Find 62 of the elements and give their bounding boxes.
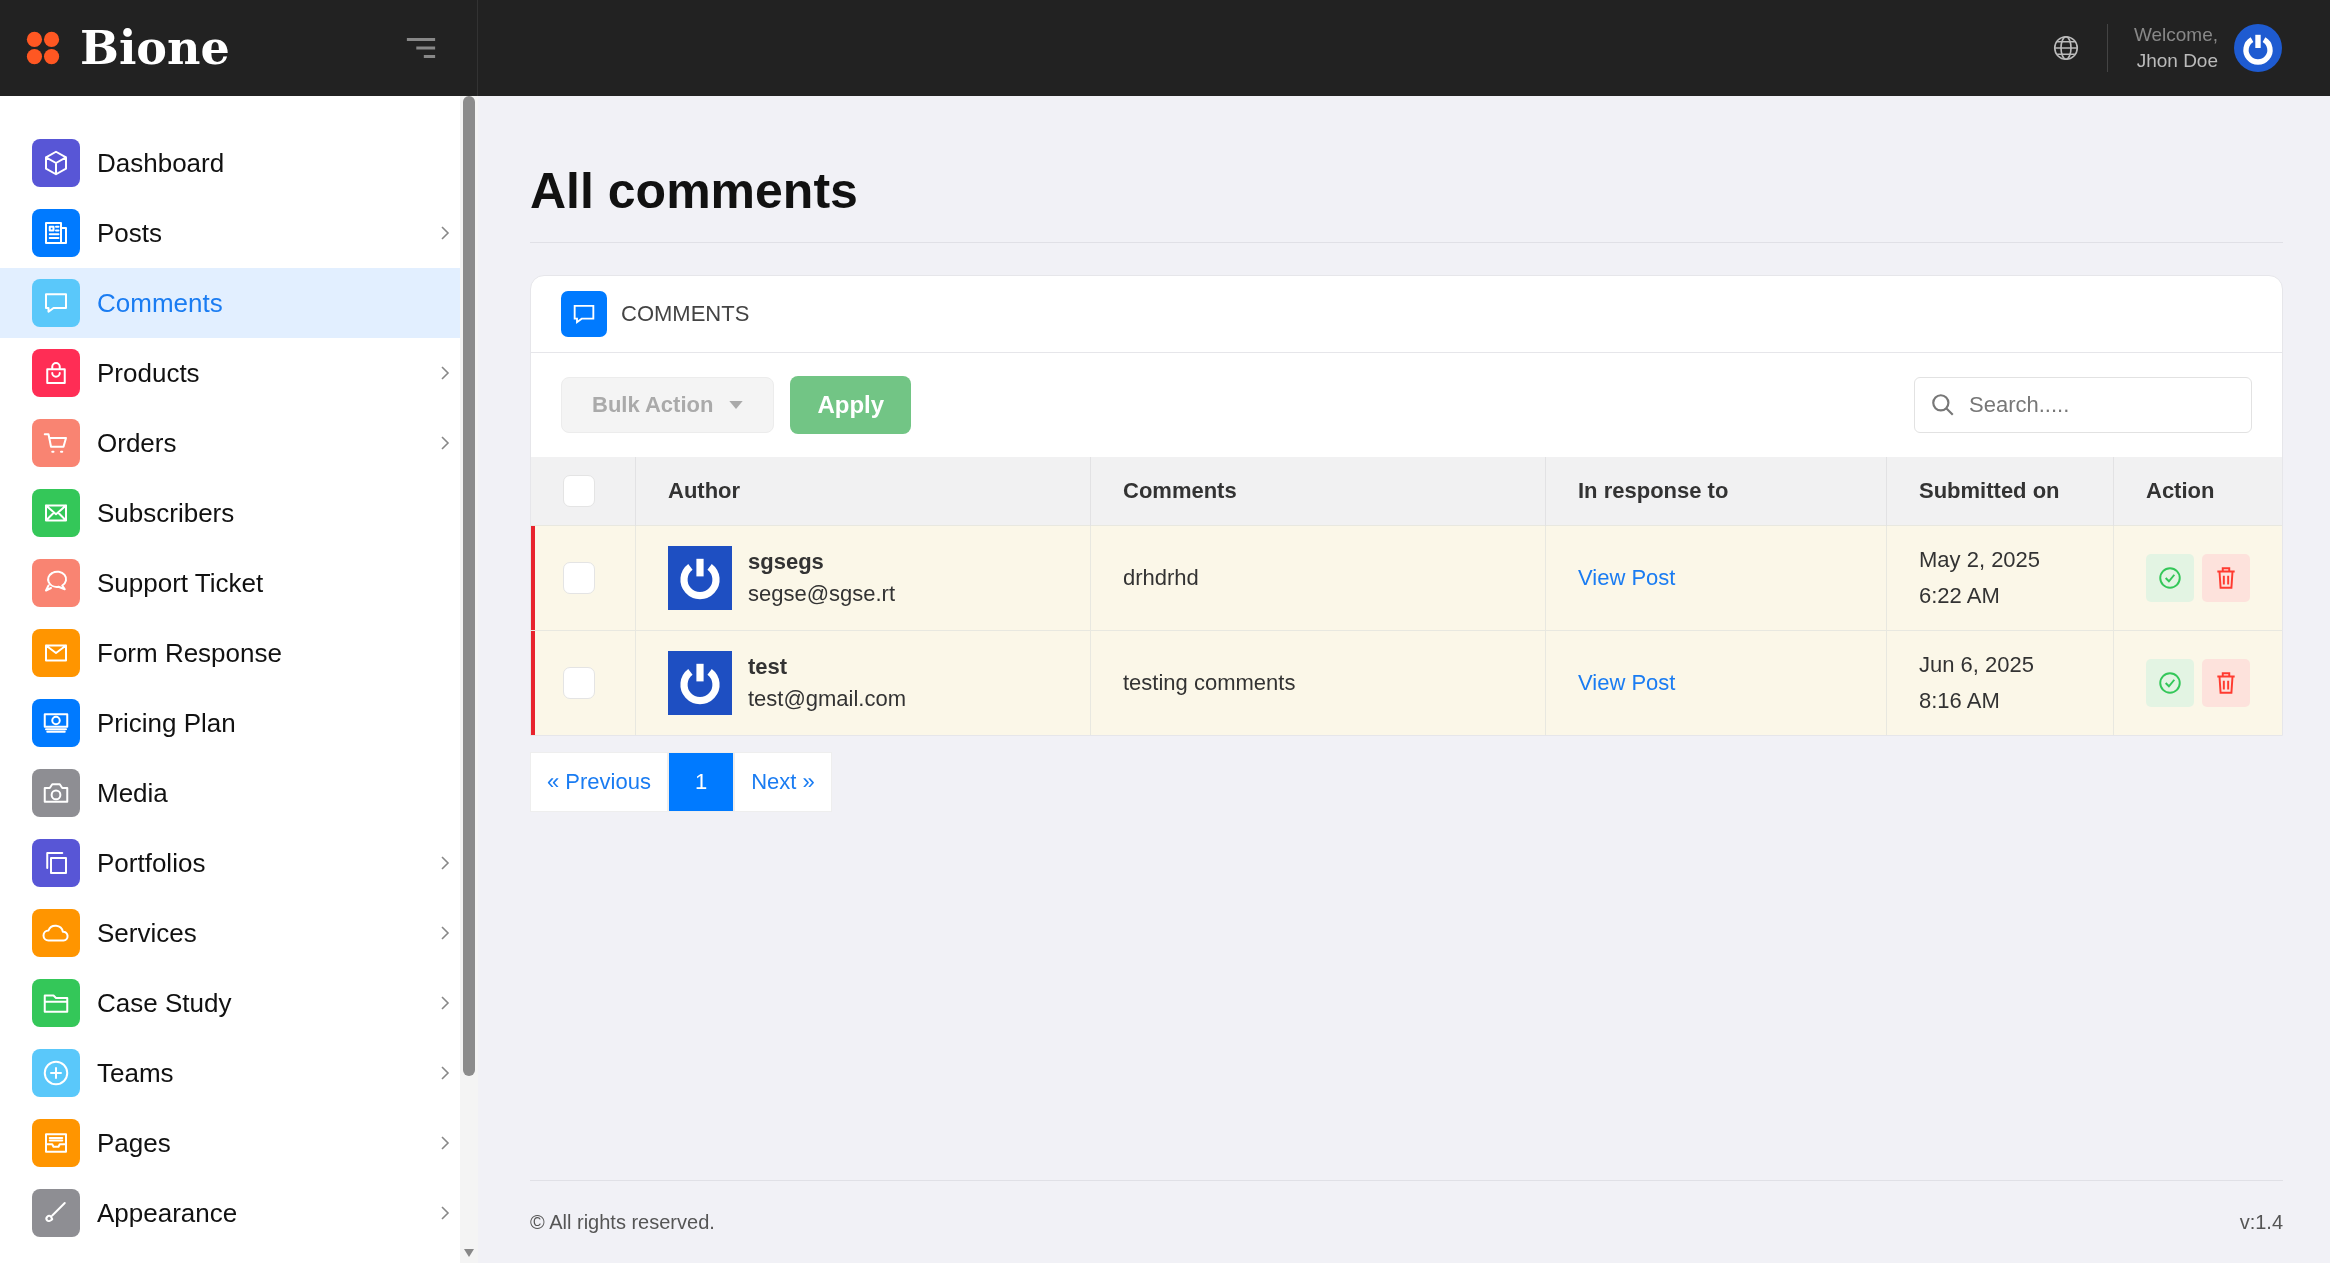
approve-button[interactable] — [2146, 554, 2194, 602]
sidebar-item[interactable]: Dashboard — [0, 128, 460, 198]
column-header: Action — [2113, 457, 2282, 526]
column-header: Author — [635, 457, 1091, 526]
author-email: test@gmail.com — [748, 686, 907, 712]
welcome-text: Welcome, — [2133, 23, 2218, 47]
sidebar-item[interactable]: Products — [0, 338, 460, 408]
sidebar-item[interactable]: Portfolios — [0, 828, 460, 898]
search-icon — [1930, 392, 1956, 418]
brand-name: Bione — [80, 21, 230, 75]
author-name: test — [748, 654, 789, 680]
row-checkbox[interactable] — [563, 562, 595, 594]
sidebar-item[interactable]: Case Study — [0, 968, 460, 1038]
version-text: v:1.4 — [2239, 1210, 2283, 1234]
select-all-checkbox[interactable] — [563, 475, 595, 507]
approve-button[interactable] — [2146, 659, 2194, 707]
scrollbar[interactable] — [460, 96, 478, 1263]
view-post-link[interactable]: View Post — [1578, 565, 1676, 590]
comment-text: testing comments — [1123, 670, 1296, 695]
logo-icon — [24, 29, 62, 67]
sidebar-item[interactable]: Form Response — [0, 618, 460, 688]
submitted-date: Jun 6, 2025 — [1919, 652, 2035, 678]
sidebar-item[interactable]: Support Ticket — [0, 548, 460, 618]
submitted-time: 6:22 AM — [1919, 583, 2001, 609]
submitted-time: 8:16 AM — [1919, 688, 2001, 714]
row-checkbox[interactable] — [563, 667, 595, 699]
sidebar-item[interactable]: Appearance — [0, 1178, 460, 1248]
check-circle-icon — [2157, 565, 2183, 591]
sidebar-item[interactable]: Orders — [0, 408, 460, 478]
column-header: In response to — [1545, 457, 1887, 526]
sidebar-item[interactable]: Services — [0, 898, 460, 968]
sidebar-item[interactable]: Subscribers — [0, 478, 460, 548]
user-name: Jhon Doe — [2136, 49, 2218, 73]
sidebar-item[interactable]: Media — [0, 758, 460, 828]
sidebar-item[interactable]: Teams — [0, 1038, 460, 1108]
check-circle-icon — [2157, 670, 2183, 696]
card-title: COMMENTS — [621, 301, 750, 327]
search-field[interactable]: Search..... — [1914, 377, 2252, 433]
menu-icon[interactable] — [405, 37, 437, 59]
comment-text: drhdrhd — [1123, 565, 1199, 590]
column-header: Submitted on — [1886, 457, 2114, 526]
avatar-icon — [668, 546, 732, 610]
author-email: segse@sgse.rt — [748, 581, 896, 607]
view-post-link[interactable]: View Post — [1578, 670, 1676, 695]
scroll-down-icon[interactable] — [464, 1249, 474, 1257]
sidebar-item[interactable]: Pricing Plan — [0, 688, 460, 758]
sidebar-item[interactable]: Posts — [0, 198, 460, 268]
avatar-icon[interactable] — [2234, 24, 2282, 72]
submitted-date: May 2, 2025 — [1919, 547, 2042, 573]
avatar-icon — [668, 651, 732, 715]
sidebar-item[interactable]: Pages — [0, 1108, 460, 1178]
next-page-link[interactable]: Next » — [734, 752, 832, 812]
delete-button[interactable] — [2202, 659, 2250, 707]
column-header: Comments — [1090, 457, 1546, 526]
author-name: sgsegs — [748, 549, 825, 575]
page-title: All comments — [530, 162, 2283, 243]
copyright-text: © All rights reserved. — [530, 1210, 715, 1234]
caret-icon — [729, 401, 744, 409]
previous-page-link[interactable]: « Previous — [530, 752, 668, 812]
page-number-link[interactable]: 1 — [667, 752, 735, 812]
delete-button[interactable] — [2202, 554, 2250, 602]
chat-icon — [561, 291, 607, 337]
